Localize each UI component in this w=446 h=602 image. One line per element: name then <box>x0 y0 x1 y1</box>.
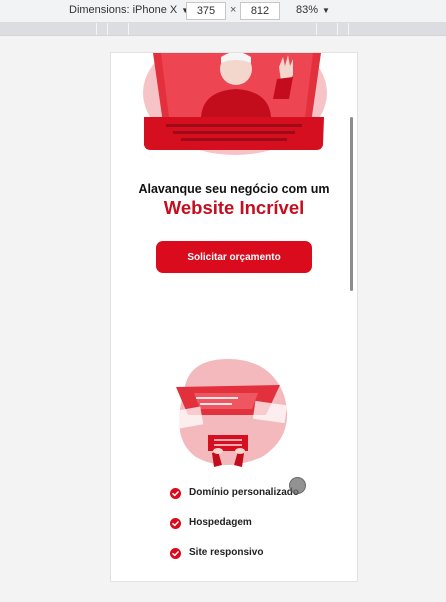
dimension-separator: × <box>230 4 237 16</box>
ruler-segment[interactable] <box>129 23 317 35</box>
width-input[interactable] <box>186 2 226 20</box>
check-circle-icon <box>170 548 181 559</box>
check-circle-icon <box>170 488 181 499</box>
touch-cursor-indicator <box>289 477 306 494</box>
hero-headline: Alavanque seu negócio com um <box>138 182 330 196</box>
hero-headline-accent: Website Incrível <box>163 197 305 218</box>
ruler-segment[interactable] <box>108 23 129 35</box>
feature-label: Site responsivo <box>189 547 264 558</box>
device-label: Dimensions: iPhone X <box>69 4 178 16</box>
check-circle-icon <box>170 518 181 529</box>
feature-label: Hospedagem <box>189 517 252 528</box>
laptop-illustration <box>143 53 327 155</box>
request-quote-button[interactable]: Solicitar orçamento <box>156 241 312 273</box>
phone-viewport: Alavanque seu negócio com um Website Inc… <box>110 52 358 582</box>
ruler-segment[interactable] <box>0 23 97 35</box>
height-input[interactable] <box>240 2 280 20</box>
zoom-label: 83% <box>296 4 319 16</box>
ruler-segment[interactable] <box>97 23 108 35</box>
media-query-ruler <box>0 23 446 36</box>
feature-label: Domínio personalizado <box>189 487 300 498</box>
device-selector[interactable]: Dimensions: iPhone X▼ <box>69 4 189 16</box>
ruler-segment[interactable] <box>338 23 349 35</box>
viewport-scrollbar[interactable] <box>350 117 353 291</box>
caret-down-icon: ▼ <box>322 6 330 15</box>
ruler-segment[interactable] <box>317 23 338 35</box>
developer-illustration <box>170 359 288 467</box>
devtools-device-toolbar: Dimensions: iPhone X▼ × 83%▼ <box>0 0 446 23</box>
ruler-segment[interactable] <box>349 23 446 35</box>
zoom-selector[interactable]: 83% ▼ <box>296 4 330 16</box>
